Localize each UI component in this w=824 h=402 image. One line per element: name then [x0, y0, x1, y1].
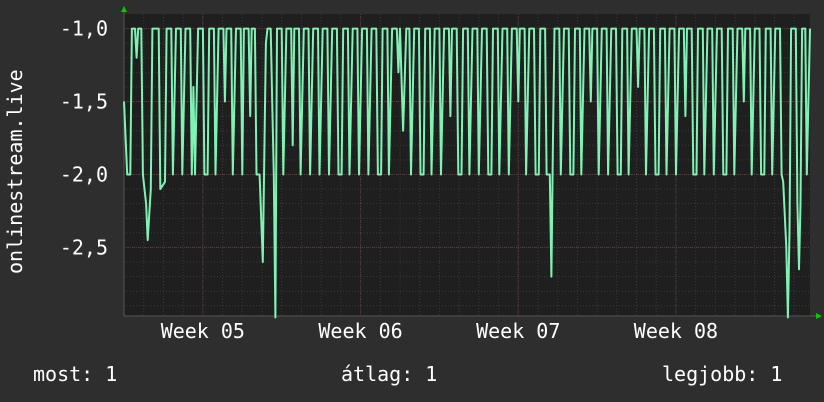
x-axis-arrow	[816, 313, 822, 319]
y-tick-label: -2,5	[60, 235, 108, 259]
y-tick-label: -1,0	[60, 17, 108, 41]
legend-current-value: most: 1	[33, 362, 118, 386]
legend-max-value: legjobb: 1	[662, 362, 783, 386]
y-tick-label: -2,0	[60, 162, 108, 186]
x-tick-label: Week 05	[161, 319, 245, 343]
x-tick-labels: Week 05 Week 06 Week 07 Week 08	[161, 319, 718, 343]
x-tick-label: Week 06	[318, 319, 402, 343]
y-axis-arrow	[121, 6, 127, 12]
legend-average-value: átlag: 1	[341, 362, 438, 386]
y-axis-label: onlinestream.live	[3, 69, 27, 274]
chart-svg: -1,0-1,5-2,0-2,5 Week 05 Week 06 Week 07 We…	[3, 6, 822, 343]
y-tick-labels: -1,0 -1,5 -2,0 -2,5	[60, 17, 108, 260]
x-tick-label: Week 08	[634, 319, 718, 343]
x-tick-label: Week 07	[476, 319, 560, 343]
chart-panel: -1,0 -1,5 -2,0 -2,5 Week 05 Week 06 Week 07 We…	[0, 0, 824, 402]
y-tick-label: -1,5	[60, 90, 108, 114]
